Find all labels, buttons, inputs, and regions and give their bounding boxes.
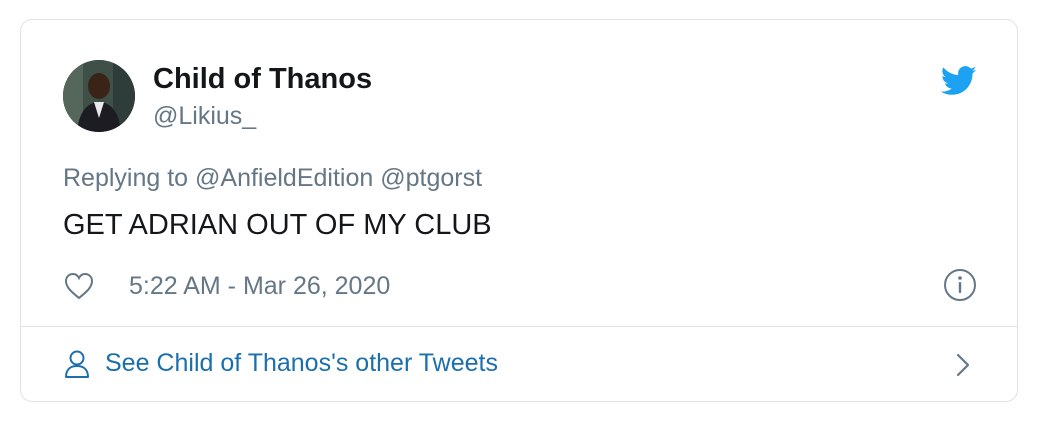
person-icon	[63, 349, 91, 379]
see-other-tweets-link[interactable]: See Child of Thanos's other Tweets	[21, 327, 1017, 401]
heart-icon[interactable]	[63, 271, 95, 301]
replying-to-text: Replying to @AnfieldEdition @ptgorst	[63, 164, 483, 192]
author-handle[interactable]: @Likius_	[153, 100, 256, 132]
author-display-name[interactable]: Child of Thanos	[153, 62, 372, 96]
tweet-text: GET ADRIAN OUT OF MY CLUB	[63, 209, 492, 241]
avatar[interactable]	[63, 60, 135, 132]
tweet-timestamp[interactable]: 5:22 AM - Mar 26, 2020	[129, 270, 390, 302]
twitter-bird-icon[interactable]	[940, 66, 977, 96]
see-other-tweets-label: See Child of Thanos's other Tweets	[105, 349, 498, 377]
info-icon[interactable]	[943, 268, 977, 302]
tweet-card: Child of Thanos @Likius_ Replying to @An…	[20, 19, 1018, 402]
chevron-right-icon	[953, 352, 973, 378]
